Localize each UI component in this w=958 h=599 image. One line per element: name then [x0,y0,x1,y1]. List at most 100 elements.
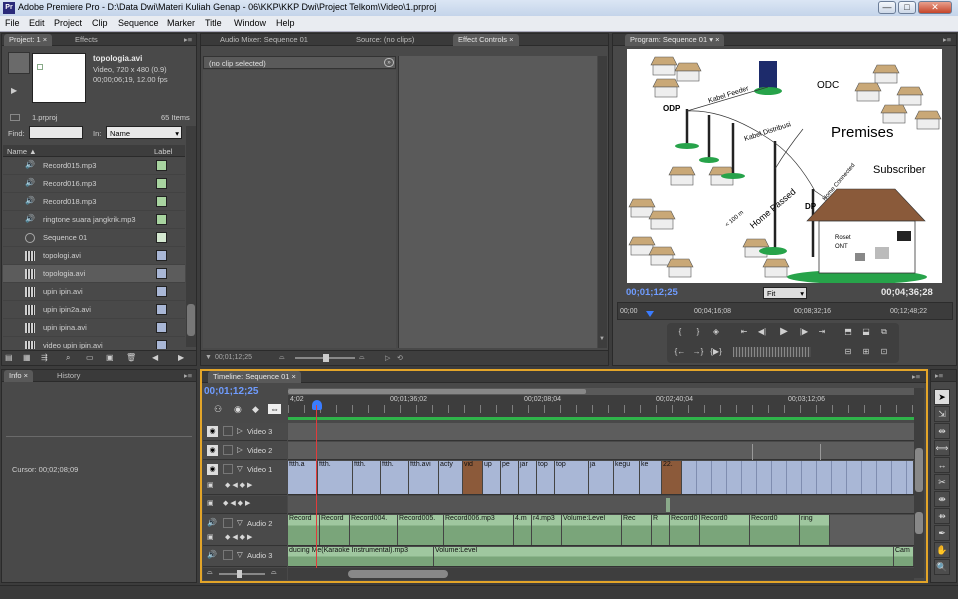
menu-help[interactable]: Help [276,18,295,28]
zoom-out-icon[interactable]: ⌓ [279,354,285,362]
project-item[interactable]: video upin ipin.avi [3,337,185,349]
speaker-icon[interactable]: 🔊 [207,550,217,559]
scrollbar-thumb[interactable] [915,512,923,534]
find-input[interactable] [29,126,83,139]
video-clip[interactable]: ftth. [318,461,353,494]
panel-menu-icon[interactable]: ▸≡ [935,371,943,380]
speaker-icon[interactable]: 🔊 [207,518,217,527]
video-clip[interactable]: 22. [662,461,682,494]
timeline-zoom-bar[interactable] [288,388,914,395]
panel-menu-icon[interactable]: ▸≡ [943,35,951,44]
label-color-swatch[interactable] [156,178,167,189]
scrollbar-thumb[interactable] [348,570,448,578]
video-clip[interactable]: vid [463,461,483,494]
project-item[interactable]: topologia.avi [3,265,185,283]
tab-project[interactable]: Project: 1 × [4,34,53,46]
set-marker-icon[interactable]: ◈ [707,325,725,339]
label-color-swatch[interactable] [156,232,167,243]
video-clip[interactable]: top [537,461,555,494]
extract-icon[interactable]: ⬓ [857,325,875,339]
audio-clip[interactable]: Record [320,515,350,545]
audio-clip[interactable]: Record0 [670,515,700,545]
label-color-swatch[interactable] [156,304,167,315]
play-icon[interactable]: ▶ [11,86,17,95]
expand-icon[interactable]: ▷ [237,445,243,454]
track-audio1[interactable] [288,496,914,514]
menu-sequence[interactable]: Sequence [118,18,159,28]
label-color-swatch[interactable] [156,214,167,225]
timeline-zoom-thumb[interactable] [288,389,586,394]
panel-menu-icon[interactable]: ▸≡ [184,35,192,44]
video-clip[interactable]: ftth.avi [409,461,439,494]
menu-title[interactable]: Title [205,18,222,28]
display-style-icon[interactable]: ▣ [207,481,214,489]
project-item[interactable]: upin ipin.avi [3,283,185,301]
audio-clip[interactable]: Volume:Level [434,547,894,566]
video-clip[interactable]: up [483,461,501,494]
scroll-left-icon[interactable]: ◀ [152,353,158,362]
tab-timeline[interactable]: Timeline: Sequence 01 × [208,371,301,383]
play-in-to-out-icon[interactable]: {▶} [707,345,725,359]
project-item[interactable]: upin ipin2a.avi [3,301,185,319]
ripple-edit-tool-icon[interactable]: ⇹ [934,423,950,439]
step-back-icon[interactable]: ◀| [753,325,771,339]
video-clip[interactable]: jar [519,461,537,494]
play-button[interactable]: ▶ [775,325,793,339]
keyframe-icon[interactable]: ◆ ◀ ◆ ▶ [225,533,252,541]
project-item[interactable]: upin ipina.avi [3,319,185,337]
lock-toggle[interactable] [223,518,233,528]
snap-icon[interactable]: ⚇ [214,404,222,415]
play-audio-icon[interactable]: ▷ [385,354,390,362]
display-style-icon[interactable]: ▣ [207,499,214,507]
effect-controls-timecode[interactable]: 00;01;12;25 [215,354,252,361]
panel-menu-icon[interactable]: ▸≡ [184,371,192,380]
video-clip[interactable]: ftth.a [288,461,318,494]
lock-toggle[interactable] [223,464,233,474]
collapse-icon[interactable]: ▽ [237,464,243,473]
go-to-previous-edit-icon[interactable]: {← [671,345,689,359]
zoom-slider-thumb[interactable] [323,354,329,362]
lift-icon[interactable]: ⬒ [839,325,857,339]
output-icon[interactable]: ⊞ [857,345,875,359]
razor-tool-icon[interactable]: ✂ [934,474,950,490]
label-color-swatch[interactable] [156,340,167,349]
mark-out-icon[interactable]: } [689,325,707,339]
rate-stretch-tool-icon[interactable]: ↔ [934,457,950,473]
fit-select[interactable]: Fit ▾ [763,287,807,299]
video-clip[interactable]: acty [439,461,463,494]
expand-icon[interactable]: ▷ [237,426,243,435]
zoom-in-icon[interactable]: ⌓ [271,569,277,577]
display-style-icon[interactable]: ▣ [207,533,214,541]
selection-tool-icon[interactable]: ➤ [934,389,950,405]
collapse-icon[interactable]: ▽ [237,518,243,527]
menu-project[interactable]: Project [54,18,82,28]
video-clip[interactable]: ftth. [381,461,409,494]
program-ruler[interactable]: 00;00 00;04;16;08 00;08;32;16 00;12;48;2… [617,302,953,320]
eye-icon[interactable]: ◉ [207,426,218,437]
lock-toggle[interactable] [223,445,233,455]
zoom-slider[interactable] [295,354,355,362]
audio-clip[interactable]: Record0 [750,515,800,545]
timeline-vscrollbar[interactable] [914,388,924,578]
column-name[interactable]: Name ▲ [7,147,37,156]
slide-tool-icon[interactable]: ⇻ [934,508,950,524]
tab-source[interactable]: Source: (no clips) [351,34,419,46]
track-video1[interactable]: ftth.a ftth. ftth. ftth. ftth.avi acty vid up pe… [288,461,914,495]
scroll-right-icon[interactable]: ▶ [178,353,184,362]
minimize-button[interactable]: — [878,1,896,14]
timeline-playhead[interactable] [312,400,322,410]
label-color-swatch[interactable] [156,160,167,171]
program-current-timecode[interactable]: 00;01;12;25 [626,287,678,298]
scrollbar-thumb[interactable] [187,304,195,336]
collapse-icon[interactable]: ▽ [237,550,243,559]
tab-program[interactable]: Program: Sequence 01 ▾ × [625,34,725,46]
automate-icon[interactable]: ⇶ [41,353,48,362]
menu-marker[interactable]: Marker [167,18,195,28]
jog-shuttle[interactable] [733,347,811,357]
trim-monitor-icon[interactable]: ⧉ [875,325,893,339]
scrollbar-thumb[interactable] [915,448,923,492]
panel-menu-icon[interactable]: ▸≡ [912,372,920,381]
timeline-zoom-slider[interactable] [219,570,265,578]
video-clip-filler[interactable] [682,461,914,494]
tab-audio-mixer[interactable]: Audio Mixer: Sequence 01 [215,34,313,46]
